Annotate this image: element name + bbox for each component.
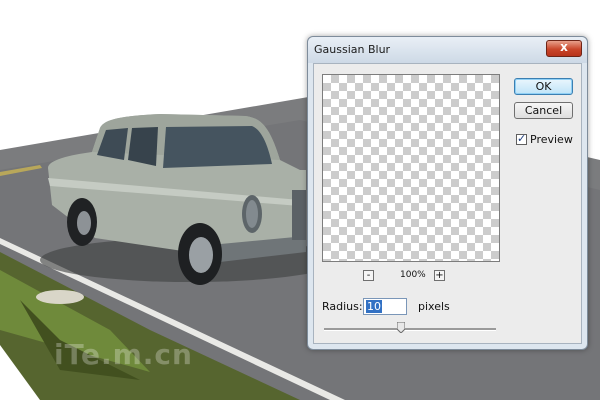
ok-button[interactable]: OK — [514, 78, 573, 95]
slider-thumb-icon[interactable] — [397, 322, 406, 333]
roadside-rock — [36, 290, 84, 304]
radius-label: Radius: — [322, 300, 363, 313]
checkmark-icon: ✓ — [517, 132, 527, 145]
radius-value: 10 — [366, 300, 382, 313]
dialog-title: Gaussian Blur — [314, 43, 391, 56]
preview-label: Preview — [530, 133, 573, 146]
watermark: iTe.m.cn — [54, 338, 193, 371]
radius-slider-track[interactable] — [324, 328, 496, 331]
units-label: pixels — [418, 300, 450, 313]
radius-input[interactable]: 10 — [363, 298, 407, 315]
zoom-in-button[interactable]: + — [434, 270, 445, 281]
zoom-out-button[interactable]: - — [363, 270, 374, 281]
preview-checkbox[interactable]: ✓ — [516, 132, 527, 145]
cancel-button[interactable]: Cancel — [514, 102, 573, 119]
close-button[interactable]: x — [546, 40, 582, 57]
dialog-body: - 100% + OK Cancel ✓ Preview Radius: 10 … — [313, 63, 582, 344]
dialog-titlebar[interactable]: Gaussian Blur x — [308, 37, 587, 63]
close-icon: x — [560, 40, 568, 54]
gaussian-blur-dialog: Gaussian Blur x - 100% + OK Cancel ✓ Pre… — [307, 36, 588, 350]
zoom-level: 100% — [400, 270, 426, 280]
preview-pane[interactable] — [322, 74, 500, 262]
